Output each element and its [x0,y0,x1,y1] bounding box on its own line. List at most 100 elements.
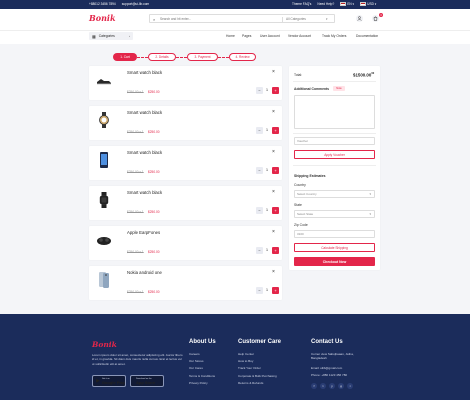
item-qty: 1 [266,288,268,292]
apply-voucher-button[interactable]: Apply Voucher [294,150,375,159]
about-link-terms[interactable]: Terms & Conditions [189,374,215,378]
calculate-shipping-button[interactable]: Calculate Shipping [294,243,375,252]
remove-icon[interactable]: × [272,109,275,115]
about-link-cares[interactable]: Our Cares [189,366,203,370]
country-label: Country [294,183,306,187]
remove-icon[interactable]: × [272,149,275,155]
increase-qty-button[interactable]: + [272,207,279,214]
remove-icon[interactable]: × [272,189,275,195]
step-payment[interactable]: 3. Payment [187,53,218,61]
item-name[interactable]: Smart watch black [127,110,162,115]
about-link-careers[interactable]: Careers [189,352,200,356]
instagram-icon[interactable]: i [347,383,353,389]
care-link-help[interactable]: Help Center [238,352,254,356]
care-link-corporate[interactable]: Corporate & Bulk Purchasing [238,374,277,378]
divider [293,133,376,134]
nav-vendor-account[interactable]: Vendor Account [288,34,311,38]
faq-link[interactable]: Theme FAQ's [292,2,311,6]
phone-icon [95,151,113,169]
item-name[interactable]: Nokia android one [127,270,162,275]
item-qty: 1 [266,128,268,132]
increase-qty-button[interactable]: + [272,247,279,254]
chevron-right-icon: › [129,34,130,38]
currency-select[interactable]: USD ▾ [360,2,376,7]
decrease-qty-button[interactable]: − [256,247,263,254]
increase-qty-button[interactable]: + [272,87,279,94]
item-name[interactable]: Smart watch black [127,190,162,195]
nav-track-orders[interactable]: Track My Orders [322,34,346,38]
contact-phone: Phone: +880 1123 456 780 [311,373,348,377]
step-review[interactable]: 4. Review [229,53,256,61]
country-select[interactable]: Select Country ▾ [294,190,375,198]
state-label: State [294,203,302,207]
google-play-button[interactable]: ▶ Get it on Google Play [92,375,126,387]
item-old-price: $250.00 x 1 [127,250,144,254]
category-select[interactable]: All Categories [282,17,306,22]
remove-icon[interactable]: × [272,229,275,235]
about-link-privacy[interactable]: Privacy Policy [189,381,208,385]
item-price: $250.00 [148,90,160,94]
comments-badge: Note [333,86,345,91]
decrease-qty-button[interactable]: − [256,87,263,94]
about-link-stores[interactable]: Our Stores [189,359,204,363]
nav-pages[interactable]: Pages [242,34,251,38]
comments-textarea[interactable] [294,95,375,129]
nav-home[interactable]: Home [226,34,235,38]
checkout-button[interactable]: Checkout Now [294,257,375,266]
youtube-icon[interactable]: y [329,383,335,389]
categories-button[interactable]: ▦ Categories › [89,32,133,40]
email-text: support@ui-lib.com [121,2,150,6]
search-bar: ⌕ All Categories ▾ [149,14,335,23]
nav-user-account[interactable]: User Account [260,34,280,38]
nav-documentation[interactable]: Documentation [356,34,378,38]
decrease-qty-button[interactable]: − [256,167,263,174]
twitter-icon[interactable]: t [320,383,326,389]
app-store-label: App Store [136,380,156,385]
search-icon: ⌕ [153,16,156,22]
care-link-returns[interactable]: Returns & Refunds [238,381,263,385]
zip-label: Zip Code [294,223,308,227]
app-store-button[interactable]: Download on the App Store [130,375,164,387]
increase-qty-button[interactable]: + [272,127,279,134]
item-price: $250.00 [148,290,160,294]
zip-input[interactable]: 3100 [294,230,375,238]
care-link-buy[interactable]: How to Buy [238,359,253,363]
item-name[interactable]: Smart watch black [127,70,162,75]
help-link[interactable]: Need Help? [317,2,334,6]
about-heading: About Us [189,339,216,345]
decrease-qty-button[interactable]: − [256,287,263,294]
step-connector [218,57,229,58]
state-select[interactable]: Select State ▾ [294,210,375,218]
facebook-icon[interactable]: f [311,383,317,389]
cart-icon[interactable] [372,15,379,22]
step-cart[interactable]: 1. Cart [113,53,137,61]
item-name[interactable]: Apple EarpFones [127,230,160,235]
increase-qty-button[interactable]: + [272,167,279,174]
google-icon[interactable]: g [338,383,344,389]
step-details[interactable]: 2. Details [148,53,176,61]
item-price: $250.00 [148,250,160,254]
decrease-qty-button[interactable]: − [256,207,263,214]
remove-icon[interactable]: × [272,69,275,75]
item-name[interactable]: Smart watch black [127,150,162,155]
footer [0,314,470,400]
user-icon[interactable] [356,15,363,22]
care-link-track[interactable]: Track Your Order [238,366,261,370]
item-qty: 1 [266,208,268,212]
google-play-label: Google Play [101,380,125,385]
footer-logo[interactable]: Bonik [92,340,117,349]
item-old-price: $250.00 x 1 [127,290,144,294]
language-select[interactable]: EN ▾ [340,2,354,7]
comments-label: Additional Comments [294,87,330,91]
search-input[interactable] [160,16,270,22]
flag-icon [340,2,347,7]
logo[interactable]: Bonik [89,13,116,23]
decrease-qty-button[interactable]: − [256,127,263,134]
remove-icon[interactable]: × [272,269,275,275]
voucher-input[interactable]: Voucher [294,137,375,145]
cart-item: Smart watch black × $250.00 x 1 $250.00 … [89,146,282,180]
total-label: Total: [294,73,303,77]
care-heading: Customer Care [238,339,282,345]
increase-qty-button[interactable]: + [272,287,279,294]
categories-label: Categories [98,34,115,38]
